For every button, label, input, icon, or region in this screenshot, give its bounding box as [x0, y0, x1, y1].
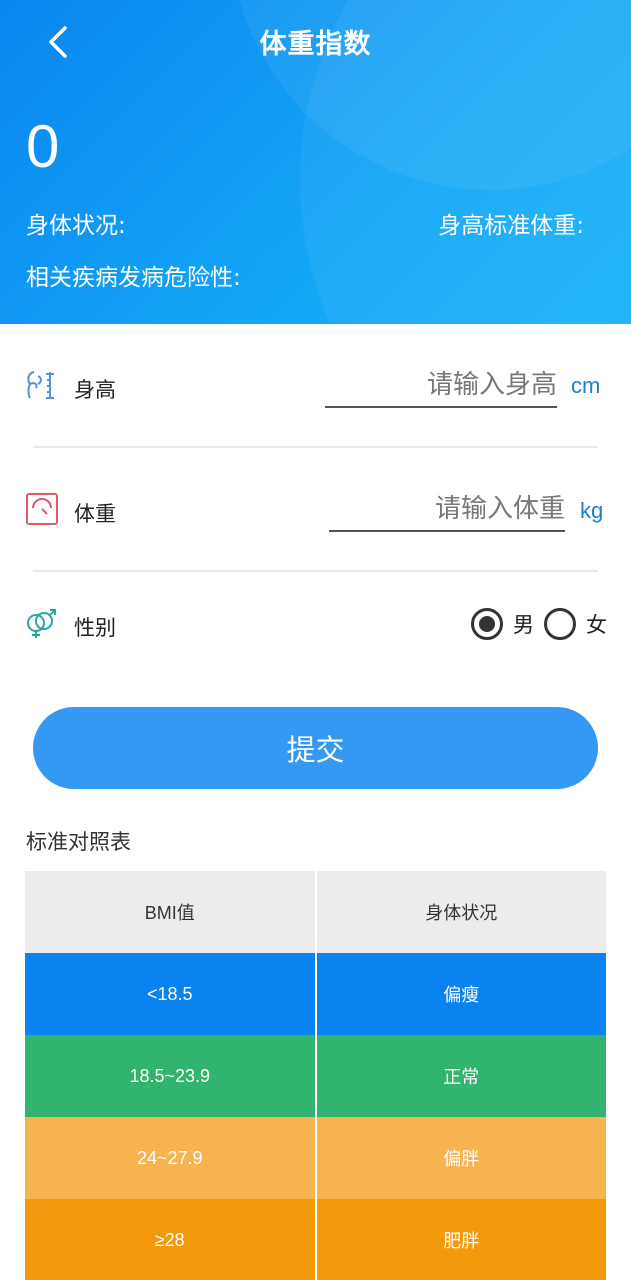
table-cell-bmi: 18.5~23.9 — [25, 1035, 315, 1117]
submit-button[interactable]: 提交 — [33, 707, 598, 789]
table-header-status: 身体状况 — [314, 871, 606, 953]
gender-female-label[interactable]: 女 — [586, 609, 607, 639]
table-row: 24~27.9 偏胖 — [25, 1117, 606, 1199]
table-row: ≥28 肥胖 — [25, 1199, 606, 1280]
height-row: 身高 cm — [0, 346, 631, 426]
body-status-label: 身体状况: — [26, 213, 126, 239]
gender-label: 性别 — [74, 616, 116, 640]
gender-row: 性别 男 女 — [0, 584, 631, 664]
gender-icon — [27, 609, 56, 638]
weight-label: 体重 — [74, 502, 116, 526]
height-icon — [27, 371, 54, 399]
table-header-row: BMI值 身体状况 — [25, 871, 606, 953]
bmi-value: 0 — [26, 113, 60, 180]
page-title: 体重指数 — [259, 29, 372, 60]
gender-male-label[interactable]: 男 — [513, 609, 534, 639]
table-header-bmi: BMI值 — [25, 871, 315, 953]
divider — [33, 570, 598, 572]
height-unit: cm — [571, 373, 601, 398]
reference-table: BMI值 身体状况 <18.5 偏瘦 18.5~23.9 正常 24~27.9 … — [25, 871, 606, 1280]
disease-risk-label: 相关疾病发病危险性: — [26, 265, 241, 291]
table-cell-bmi: 24~27.9 — [25, 1117, 315, 1199]
table-row: 18.5~23.9 正常 — [25, 1035, 606, 1117]
reference-table-title: 标准对照表 — [26, 830, 131, 854]
weight-row: 体重 kg — [0, 470, 631, 550]
table-cell-bmi: ≥28 — [25, 1199, 315, 1280]
height-label: 身高 — [74, 378, 116, 402]
result-header: 体重指数 0 身体状况: 身高标准体重: 相关疾病发病危险性: — [0, 0, 631, 324]
height-input[interactable] — [325, 364, 557, 406]
table-row: <18.5 偏瘦 — [25, 953, 606, 1035]
radio-selected-dot — [479, 616, 495, 632]
table-cell-status: 肥胖 — [314, 1199, 606, 1280]
table-cell-status: 正常 — [314, 1035, 606, 1117]
divider — [33, 446, 598, 448]
table-cell-bmi: <18.5 — [25, 953, 315, 1035]
gender-female-radio[interactable] — [544, 608, 576, 640]
weight-input[interactable] — [329, 488, 565, 530]
scale-icon — [26, 493, 58, 525]
table-cell-status: 偏瘦 — [314, 953, 606, 1035]
table-cell-status: 偏胖 — [314, 1117, 606, 1199]
standard-weight-label: 身高标准体重: — [438, 213, 584, 239]
gender-radio-group: 男 女 — [471, 608, 607, 640]
height-input-wrap — [325, 364, 557, 408]
gender-male-radio[interactable] — [471, 608, 503, 640]
weight-input-wrap — [329, 488, 565, 532]
weight-unit: kg — [580, 498, 604, 523]
